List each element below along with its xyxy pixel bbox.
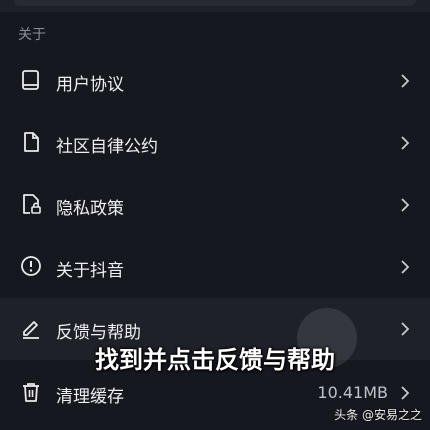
book-icon [22, 70, 39, 90]
menu-item-label: 社区自律公约 [56, 137, 158, 157]
watermark: 头条 @安易之之 [334, 408, 422, 422]
menu-item-user-agreement[interactable]: 用户协议 [0, 50, 430, 112]
menu-item-about-douyin[interactable]: 关于抖音 [0, 236, 430, 298]
video-caption: 找到并点击反馈与帮助 [95, 346, 335, 374]
privacy-lock-icon [23, 194, 41, 214]
section-title-about: 关于 [18, 27, 46, 43]
pencil-icon [23, 321, 39, 339]
chevron-right-icon [401, 322, 410, 336]
chevron-right-icon [401, 74, 410, 88]
trash-icon [23, 383, 39, 402]
previous-card-edge [0, 0, 430, 12]
info-exclamation-icon [21, 256, 41, 276]
document-icon [24, 132, 39, 152]
menu-item-label: 用户协议 [56, 75, 124, 95]
cache-size-value: 10.41MB [317, 383, 388, 402]
menu-item-label: 隐私政策 [56, 199, 124, 219]
chevron-right-icon [401, 260, 410, 274]
chevron-right-icon [401, 136, 410, 150]
menu-item-label: 关于抖音 [56, 261, 124, 281]
menu-item-community-guidelines[interactable]: 社区自律公约 [0, 112, 430, 174]
menu-item-privacy-policy[interactable]: 隐私政策 [0, 174, 430, 236]
menu-item-label: 清理缓存 [56, 387, 124, 407]
chevron-right-icon [401, 386, 410, 400]
chevron-right-icon [401, 198, 410, 212]
